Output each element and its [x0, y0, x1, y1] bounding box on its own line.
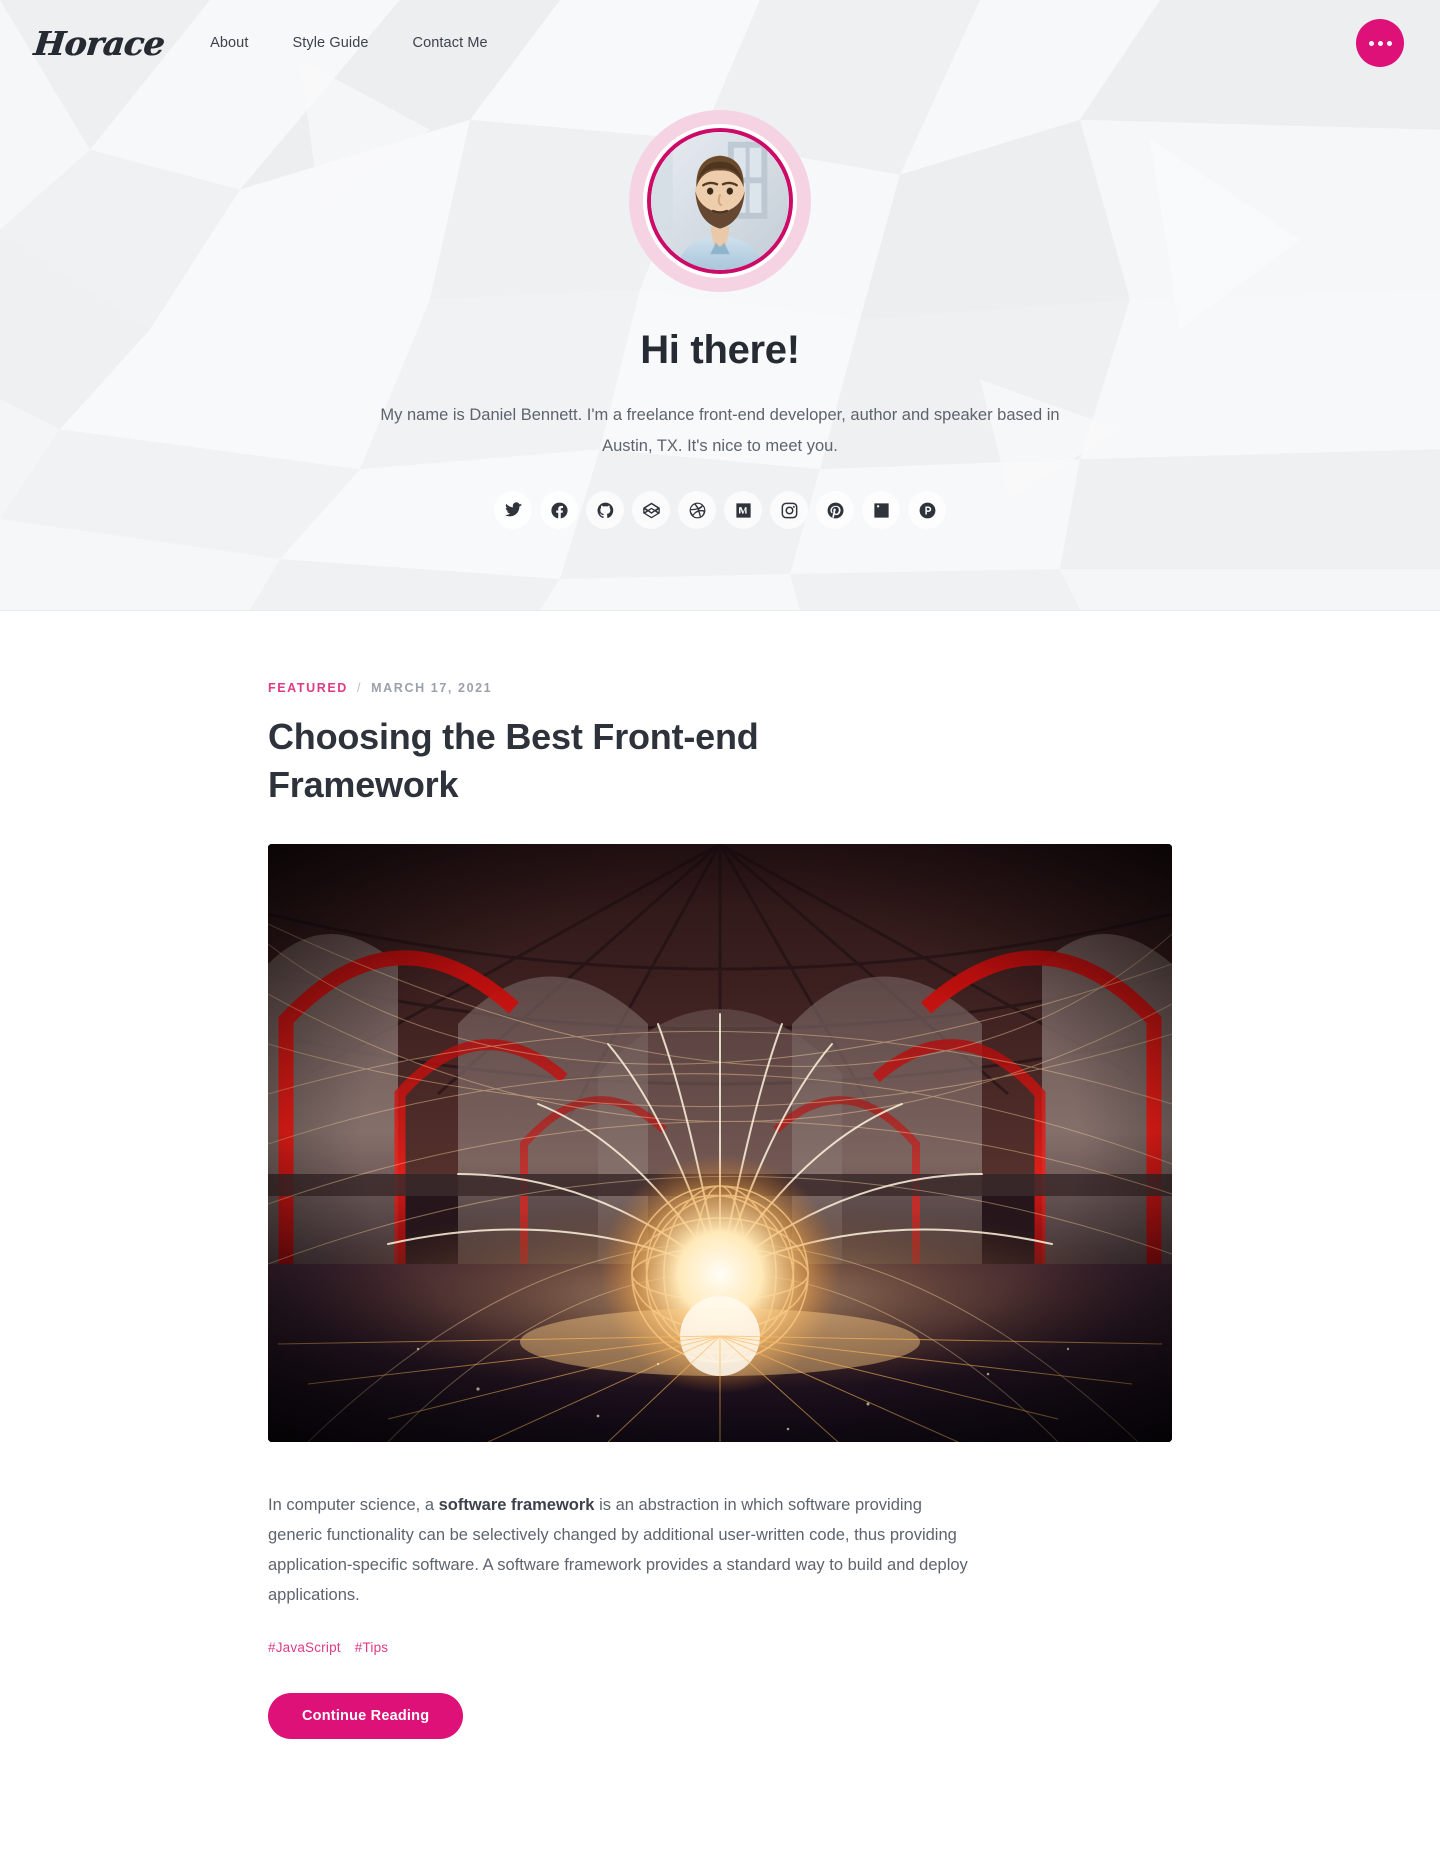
- post-excerpt-lead: In computer science, a: [268, 1496, 439, 1514]
- post-meta-separator: /: [357, 681, 363, 695]
- top-navigation: Horace About Style Guide Contact Me: [0, 0, 1440, 86]
- social-link-instagram[interactable]: [770, 491, 808, 529]
- nav-links: About Style Guide Contact Me: [210, 35, 488, 51]
- social-link-linkedin[interactable]: [862, 491, 900, 529]
- profile-bio: My name is Daniel Bennett. I'm a freelan…: [380, 406, 1060, 455]
- post-title[interactable]: Choosing the Best Front-end Framework: [268, 713, 888, 809]
- post-excerpt: In computer science, a software framewor…: [268, 1490, 968, 1610]
- ellipsis-dot-icon: [1377, 40, 1383, 46]
- producthunt-icon: [919, 502, 935, 518]
- site-logo[interactable]: Horace: [32, 24, 166, 63]
- pinterest-icon: [827, 502, 843, 518]
- post-category[interactable]: FEATURED: [268, 681, 348, 695]
- twitter-icon: [504, 501, 522, 516]
- avatar-inner-ring: [643, 124, 797, 278]
- main-content: FEATURED / MARCH 17, 2021 Choosing the B…: [0, 611, 1440, 1739]
- continue-reading-button[interactable]: Continue Reading: [268, 1693, 464, 1739]
- social-link-pinterest[interactable]: [816, 491, 854, 529]
- ellipsis-dot-icon: [1368, 40, 1374, 46]
- post-excerpt-highlight: software framework: [438, 1496, 595, 1514]
- page-title: Hi there!: [640, 328, 800, 372]
- hero-section: Horace About Style Guide Contact Me Hi t…: [0, 0, 1440, 611]
- post-featured-image[interactable]: [268, 844, 1172, 1442]
- social-link-twitter[interactable]: [494, 491, 532, 529]
- post-date: MARCH 17, 2021: [371, 681, 493, 695]
- avatar-accent-ring: [647, 128, 793, 274]
- social-link-facebook[interactable]: [540, 491, 578, 529]
- dribbble-icon: [689, 502, 705, 518]
- more-menu-button[interactable]: [1356, 19, 1404, 67]
- medium-icon: [735, 502, 751, 518]
- nav-item-about[interactable]: About: [210, 35, 248, 51]
- codepen-icon: [642, 502, 660, 518]
- post-tag-tips[interactable]: #Tips: [355, 1640, 389, 1655]
- github-icon: [597, 502, 613, 518]
- ellipsis-dot-icon: [1386, 40, 1392, 46]
- social-link-medium[interactable]: [724, 491, 762, 529]
- social-link-github[interactable]: [586, 491, 624, 529]
- profile-intro: Hi there! My name is Daniel Bennett. I'm…: [0, 110, 1440, 529]
- social-links: [0, 491, 1440, 529]
- avatar: [629, 110, 811, 292]
- nav-item-style-guide[interactable]: Style Guide: [292, 35, 368, 51]
- featured-post: FEATURED / MARCH 17, 2021 Choosing the B…: [268, 611, 1172, 1739]
- social-link-dribbble[interactable]: [678, 491, 716, 529]
- social-link-codepen[interactable]: [632, 491, 670, 529]
- avatar-photo: [651, 132, 789, 270]
- post-meta: FEATURED / MARCH 17, 2021: [268, 681, 1172, 695]
- social-link-producthunt[interactable]: [908, 491, 946, 529]
- post-tags: #JavaScript #Tips: [268, 1640, 1172, 1655]
- linkedin-icon: [873, 502, 889, 518]
- nav-item-contact-me[interactable]: Contact Me: [413, 35, 488, 51]
- post-tag-javascript[interactable]: #JavaScript: [268, 1640, 341, 1655]
- facebook-icon: [550, 502, 568, 518]
- instagram-icon: [781, 502, 797, 518]
